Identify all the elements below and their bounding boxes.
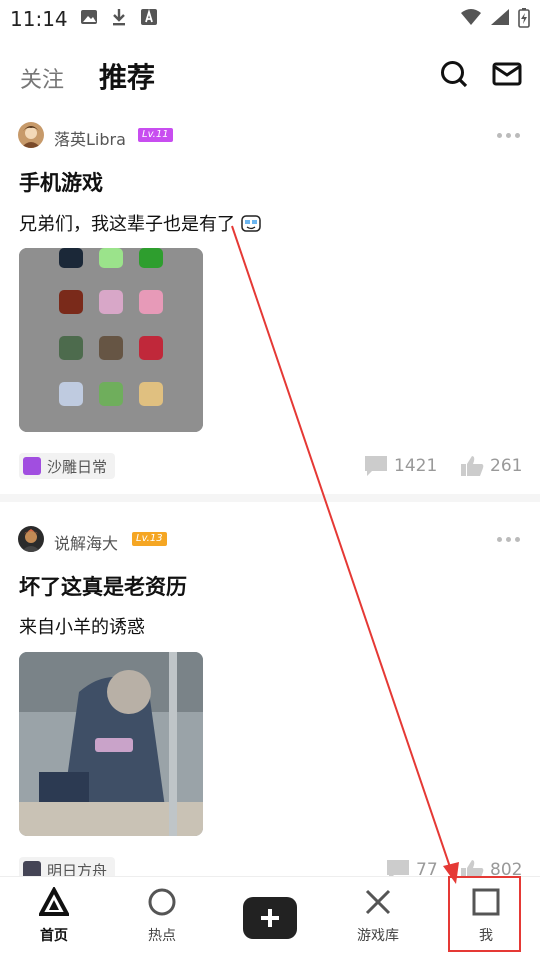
wifi-icon	[461, 9, 481, 25]
comment-count[interactable]: 1421	[364, 455, 437, 477]
tab-recommend[interactable]: 推荐	[99, 56, 155, 96]
font-app-icon	[141, 8, 157, 25]
more-options-icon[interactable]	[497, 133, 520, 138]
nav-library[interactable]: 游戏库	[338, 887, 418, 945]
level-badge: Lv.13	[132, 532, 167, 546]
nav-hot-label: 热点	[148, 928, 176, 944]
post-text: 兄弟们，我这辈子也是有了	[19, 210, 261, 236]
status-time: 11:14	[10, 7, 68, 31]
create-post-button[interactable]	[243, 897, 297, 939]
download-icon	[113, 9, 125, 26]
tab-follow[interactable]: 关注	[20, 62, 64, 94]
plus-icon	[261, 909, 279, 927]
nav-home-label: 首页	[40, 928, 68, 944]
post-text-content: 兄弟们，我这辈子也是有了	[19, 214, 235, 235]
highlight-box	[448, 876, 521, 952]
topic-label: 沙雕日常	[47, 457, 108, 476]
like-count-value: 261	[490, 456, 523, 476]
nav-library-label: 游戏库	[357, 928, 399, 944]
username[interactable]: 说解海大	[54, 530, 118, 554]
topic-icon	[23, 457, 41, 475]
level-badge: Lv.11	[138, 128, 173, 142]
topic-tag[interactable]: 沙雕日常	[19, 453, 116, 479]
home-logo-icon	[37, 885, 71, 916]
post-image[interactable]	[19, 248, 203, 432]
comment-icon	[365, 456, 387, 476]
mail-icon[interactable]	[492, 62, 522, 86]
avatar[interactable]	[18, 122, 44, 148]
post-title: 手机游戏	[19, 171, 103, 195]
status-bar: 11:14	[0, 0, 540, 38]
post-text: 来自小羊的诱惑	[19, 617, 145, 638]
top-header: 关注 推荐	[0, 50, 540, 100]
thumbs-up-icon	[461, 456, 484, 476]
cross-icon	[365, 889, 391, 915]
more-options-icon[interactable]	[497, 537, 520, 542]
nav-hot[interactable]: 热点	[122, 887, 202, 945]
comment-count-value: 1421	[394, 456, 438, 476]
username[interactable]: 落英Libra	[54, 126, 126, 150]
emoji-icon	[240, 215, 261, 232]
search-icon[interactable]	[440, 60, 468, 88]
nav-home[interactable]: 首页	[14, 885, 94, 945]
post-title: 坏了这真是老资历	[19, 575, 187, 599]
post-divider	[0, 494, 540, 502]
like-count[interactable]: 261	[460, 455, 522, 477]
battery-icon	[518, 8, 530, 28]
avatar[interactable]	[18, 526, 44, 552]
circle-icon	[148, 888, 176, 916]
signal-icon	[491, 9, 509, 25]
post-image[interactable]	[19, 652, 203, 836]
image-icon	[81, 10, 97, 24]
